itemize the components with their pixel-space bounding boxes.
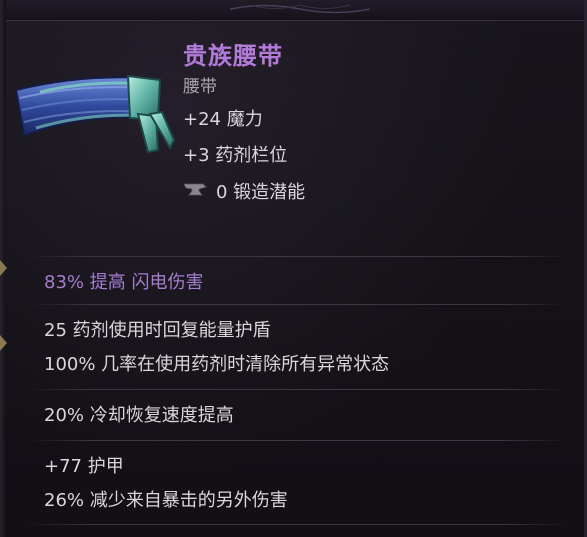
base-stat-flask-slots: +3 药剂栏位 (183, 145, 288, 166)
tooltip-top-frame (0, 0, 587, 21)
affix-mod: 26% 减少来自暴击的另外伤害 (44, 490, 288, 511)
frame-gem-icon (0, 335, 7, 351)
ornament-icon (230, 4, 370, 14)
base-stat-mana: +24 魔力 (183, 109, 263, 130)
forge-potential-label: 锻造潜能 (233, 182, 306, 203)
item-tooltip: 贵族腰带 腰带 +24 魔力 +3 药剂栏位 0 锻造潜能 83% 提高 闪电伤… (0, 0, 587, 537)
forge-potential: 0 锻造潜能 (216, 178, 305, 204)
anvil-icon (183, 183, 207, 196)
affix-mod: 100% 几率在使用药剂时清除所有异常状态 (44, 354, 390, 375)
section-divider (28, 389, 568, 390)
affix-mod: +77 护甲 (44, 456, 124, 477)
affix-mod: 25 药剂使用时回复能量护盾 (44, 320, 271, 341)
enchant-mod: 83% 提高 闪电伤害 (44, 272, 204, 293)
item-type: 腰带 (183, 77, 217, 97)
item-name: 贵族腰带 (183, 42, 283, 70)
belt-item-icon (14, 74, 175, 154)
section-divider (28, 256, 568, 257)
section-divider (28, 524, 568, 525)
affix-mod: 20% 冷却恢复速度提高 (44, 405, 234, 426)
forge-potential-value: 0 (216, 182, 228, 203)
section-divider (28, 440, 568, 441)
frame-gem-icon (0, 260, 7, 276)
section-divider (28, 304, 568, 305)
